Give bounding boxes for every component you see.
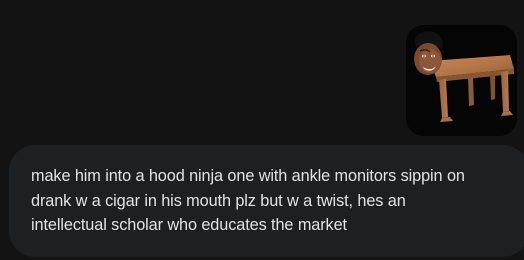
user-message-text: make him into a hood ninja one with ankl…	[31, 164, 509, 238]
table-man-image	[406, 25, 517, 136]
message-line: intellectual scholar who educates the ma…	[31, 216, 347, 234]
message-line: make him into a hood ninja one with ankl…	[31, 167, 465, 185]
user-message-bubble: make him into a hood ninja one with ankl…	[9, 145, 524, 257]
chat-canvas: make him into a hood ninja one with ankl…	[0, 0, 524, 260]
attached-image-thumbnail[interactable]	[406, 25, 517, 136]
message-line: drank w a cigar in his mouth plz but w a…	[31, 191, 406, 210]
